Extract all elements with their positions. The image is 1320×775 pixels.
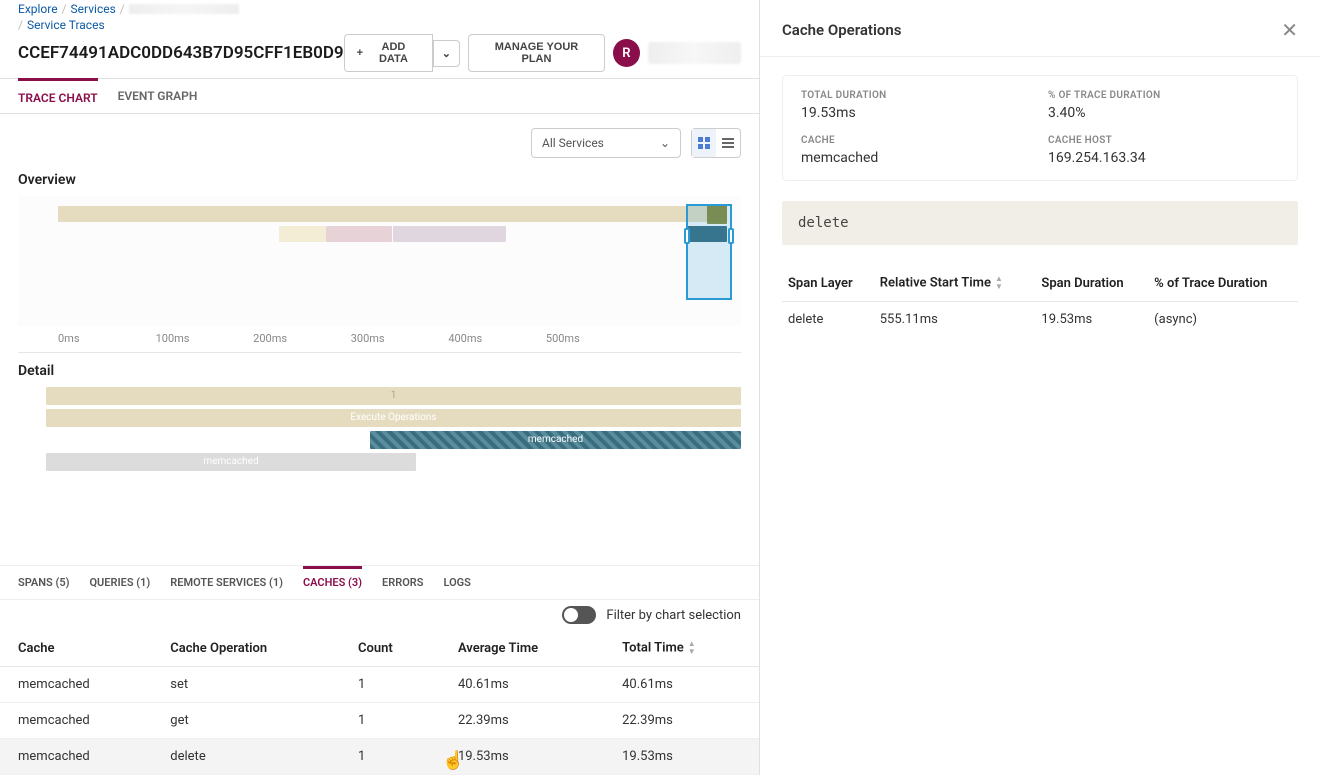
detail-row-1[interactable]: 1 bbox=[46, 387, 741, 405]
table-row[interactable]: memcached delete 1 19.53ms 19.53ms bbox=[0, 739, 759, 775]
tab-queries[interactable]: QUERIES (1) bbox=[89, 566, 150, 599]
detail-row-4[interactable]: memcached bbox=[46, 453, 416, 471]
detail-row-3[interactable]: memcached bbox=[370, 431, 741, 449]
span-root[interactable] bbox=[58, 206, 727, 222]
value-cache-host: 169.254.163.34 bbox=[1048, 150, 1279, 166]
tab-caches[interactable]: CACHES (3) bbox=[303, 566, 362, 599]
grid-view-button[interactable] bbox=[692, 129, 716, 157]
value-cache: memcached bbox=[801, 150, 1032, 166]
col-op[interactable]: Cache Operation bbox=[152, 630, 340, 667]
info-grid: TOTAL DURATION 19.53ms % OF TRACE DURATI… bbox=[782, 75, 1298, 181]
selection-handle-left[interactable] bbox=[684, 228, 690, 244]
plus-icon: + bbox=[357, 47, 363, 59]
value-total-duration: 19.53ms bbox=[801, 105, 1032, 121]
avatar[interactable]: R bbox=[613, 39, 640, 67]
detail-heading: Detail bbox=[18, 363, 741, 379]
crumb-services[interactable]: Services bbox=[71, 2, 116, 16]
overview-heading: Overview bbox=[18, 172, 741, 188]
col-start-time[interactable]: Relative Start Time▲▼ bbox=[874, 265, 1036, 302]
selection-box[interactable] bbox=[686, 204, 733, 300]
col-span-layer[interactable]: Span Layer bbox=[782, 265, 874, 302]
span-b[interactable] bbox=[326, 226, 393, 242]
table-row[interactable]: memcached set 1 40.61ms 40.61ms bbox=[0, 667, 759, 703]
manage-plan-button[interactable]: MANAGE YOUR PLAN bbox=[468, 34, 605, 72]
sort-icon: ▲▼ bbox=[995, 275, 1003, 291]
overview-chart[interactable] bbox=[18, 196, 741, 326]
col-total[interactable]: Total Time▲▼ bbox=[604, 630, 759, 667]
col-span-duration[interactable]: Span Duration bbox=[1035, 265, 1148, 302]
overview-axis: 0ms 100ms 200ms 300ms 400ms 500ms bbox=[58, 332, 741, 352]
grid-icon bbox=[697, 136, 711, 150]
detail-row-2[interactable]: Execute Operations bbox=[46, 409, 741, 427]
filter-label: Filter by chart selection bbox=[606, 608, 741, 623]
filter-toggle[interactable] bbox=[562, 606, 596, 624]
chevron-down-icon: ⌄ bbox=[442, 47, 451, 60]
label-pct-trace: % OF TRACE DURATION bbox=[1048, 90, 1279, 101]
operation-code: delete bbox=[782, 201, 1298, 245]
col-cache[interactable]: Cache bbox=[0, 630, 152, 667]
breadcrumb: Explore / Services / bbox=[18, 2, 741, 16]
crumb-service-traces[interactable]: Service Traces bbox=[27, 18, 105, 32]
col-avg[interactable]: Average Time bbox=[440, 630, 604, 667]
detail-chart[interactable]: 1 Execute Operations memcached memcached… bbox=[18, 387, 741, 531]
selection-handle-right[interactable] bbox=[728, 228, 734, 244]
sort-icon: ▲▼ bbox=[688, 640, 696, 656]
value-pct-trace: 3.40% bbox=[1048, 105, 1279, 121]
col-count[interactable]: Count bbox=[340, 630, 440, 667]
col-pct-trace[interactable]: % of Trace Duration bbox=[1148, 265, 1298, 302]
crumb-explore[interactable]: Explore bbox=[18, 2, 58, 16]
close-icon[interactable]: ✕ bbox=[1281, 18, 1298, 42]
chevron-down-icon: ⌄ bbox=[660, 136, 670, 150]
org-redacted bbox=[648, 42, 741, 64]
crumb-redacted bbox=[129, 4, 239, 14]
tab-logs[interactable]: LOGS bbox=[443, 566, 470, 599]
tab-event-graph[interactable]: EVENT GRAPH bbox=[118, 79, 198, 113]
tab-trace-chart[interactable]: TRACE CHART bbox=[18, 78, 98, 113]
side-panel-title: Cache Operations bbox=[782, 21, 901, 39]
span-a[interactable] bbox=[279, 226, 326, 242]
page-title: CCEF74491ADC0DD643B7D95CFF1EB0D9 bbox=[18, 43, 344, 63]
view-toggle bbox=[691, 128, 741, 158]
tab-spans[interactable]: SPANS (5) bbox=[18, 566, 69, 599]
tab-errors[interactable]: ERRORS bbox=[382, 566, 423, 599]
label-cache-host: CACHE HOST bbox=[1048, 135, 1279, 146]
label-total-duration: TOTAL DURATION bbox=[801, 90, 1032, 101]
list-icon bbox=[721, 136, 735, 150]
span-c[interactable] bbox=[393, 226, 507, 242]
table-row[interactable]: memcached get 1 22.39ms 22.39ms bbox=[0, 703, 759, 739]
cache-table: Cache Cache Operation Count Average Time… bbox=[0, 630, 759, 775]
list-view-button[interactable] bbox=[716, 129, 740, 157]
tab-remote-services[interactable]: REMOTE SERVICES (1) bbox=[170, 566, 283, 599]
span-table: Span Layer Relative Start Time▲▼ Span Du… bbox=[782, 265, 1298, 337]
service-filter-select[interactable]: All Services ⌄ bbox=[531, 128, 681, 158]
label-cache: CACHE bbox=[801, 135, 1032, 146]
add-data-dropdown[interactable]: ⌄ bbox=[433, 40, 460, 67]
add-data-button[interactable]: + ADD DATA bbox=[344, 34, 433, 72]
table-row[interactable]: delete 555.11ms 19.53ms (async) bbox=[782, 302, 1298, 338]
